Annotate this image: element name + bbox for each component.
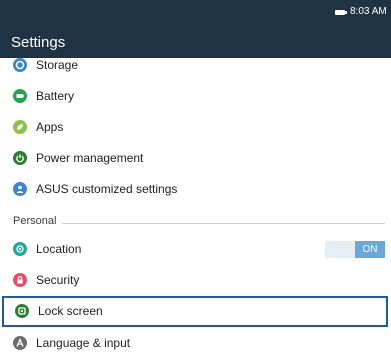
settings-item-label: Lock screen xyxy=(38,304,103,318)
settings-item-apps[interactable]: Apps xyxy=(0,112,391,143)
settings-item-label: Security xyxy=(36,273,80,287)
settings-item-label: Storage xyxy=(36,58,79,72)
security-icon xyxy=(13,273,27,287)
settings-item-power-management[interactable]: Power management xyxy=(0,143,391,174)
settings-item-label: ASUS customized settings xyxy=(36,182,178,196)
toggle-on-label: ON xyxy=(355,241,385,258)
settings-item-language-input[interactable]: Language & input xyxy=(0,328,391,356)
battery-setting-icon xyxy=(13,89,27,103)
location-toggle[interactable]: ON xyxy=(325,241,385,258)
section-divider xyxy=(62,223,385,224)
settings-item-label: Location xyxy=(36,242,82,256)
status-bar: 8:03 AM xyxy=(0,0,391,24)
settings-item-asus-customized[interactable]: ASUS customized settings xyxy=(0,174,391,205)
settings-item-location[interactable]: Location ON xyxy=(0,234,391,265)
settings-item-label: Language & input xyxy=(36,336,131,350)
status-time: 8:03 AM xyxy=(350,6,387,17)
power-management-icon xyxy=(13,151,27,165)
settings-item-battery[interactable]: Battery xyxy=(0,81,391,112)
section-header-personal: Personal xyxy=(0,211,391,231)
settings-item-label: Battery xyxy=(36,89,75,103)
page-title: Settings xyxy=(11,34,66,51)
settings-item-security[interactable]: Security xyxy=(0,265,391,296)
settings-item-lock-screen[interactable]: Lock screen xyxy=(2,296,388,327)
asus-customized-icon xyxy=(13,182,27,196)
lock-screen-icon xyxy=(15,304,29,318)
action-bar: Settings xyxy=(0,24,391,58)
apps-icon xyxy=(13,120,27,134)
settings-item-label: Apps xyxy=(36,120,64,134)
battery-status-icon xyxy=(335,10,347,15)
language-input-icon xyxy=(13,336,27,350)
location-icon xyxy=(13,242,27,256)
section-title: Personal xyxy=(13,215,57,227)
settings-item-label: Power management xyxy=(36,151,144,165)
settings-list[interactable]: Storage Battery Apps Power management AS… xyxy=(0,58,391,356)
storage-icon xyxy=(13,58,27,72)
settings-item-storage[interactable]: Storage xyxy=(0,58,391,81)
